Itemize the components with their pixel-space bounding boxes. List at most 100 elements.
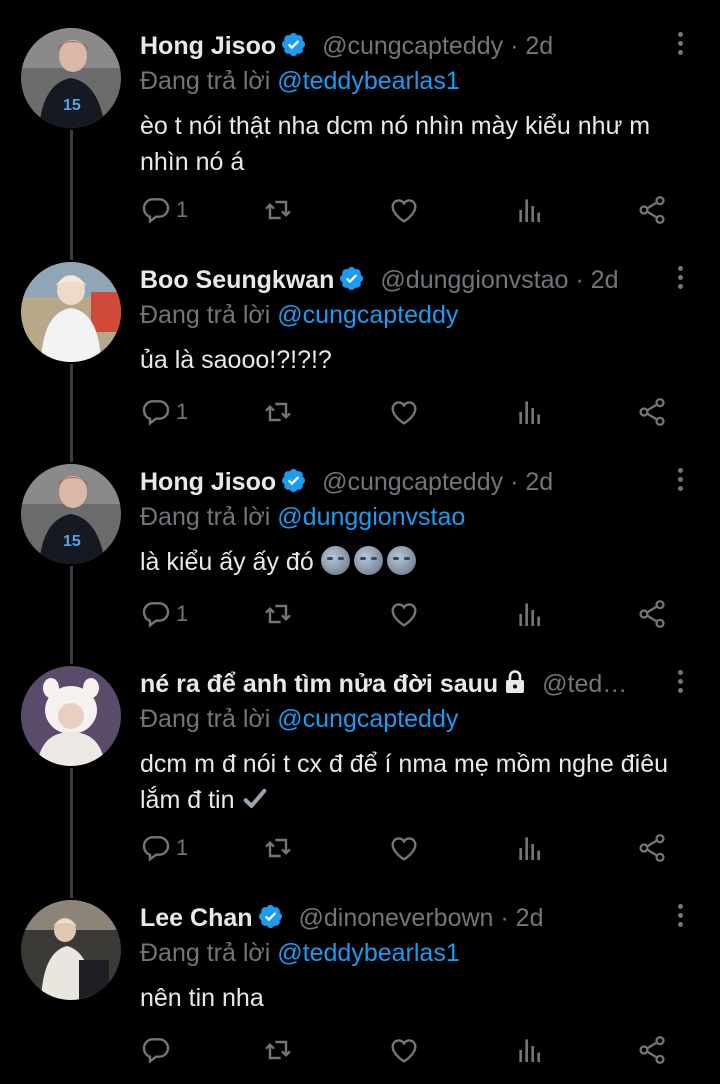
replying-to-handle[interactable]: @teddybearlas1 (277, 67, 459, 95)
tweet-header: Hong Jisoo @cungcapteddy · 2d (140, 464, 658, 500)
retweet-button[interactable] (262, 392, 294, 432)
avatar[interactable] (21, 666, 121, 766)
action-bar (140, 1030, 680, 1070)
tweet-text-block: dcm m đ nói t cx đ để í nma mẹ mồm nghe … (140, 746, 700, 818)
replying-to-handle[interactable]: @dunggionvstao (277, 503, 465, 531)
like-button[interactable] (388, 392, 420, 432)
verified-badge-icon (340, 266, 364, 291)
tweet[interactable]: né ra để anh tìm nửa đời sauu @ted… Đang… (0, 654, 720, 884)
avatar[interactable] (21, 262, 121, 362)
share-button[interactable] (636, 190, 668, 230)
display-name[interactable]: Hong Jisoo (140, 32, 276, 60)
reply-count: 1 (176, 399, 189, 424)
tweet[interactable]: 15 Hong Jisoo @cungcapteddy · 2d Đang tr… (0, 452, 720, 652)
avatar[interactable] (21, 900, 121, 1000)
share-icon (639, 1036, 665, 1064)
share-icon (639, 834, 665, 862)
new-moon-face-emoji (353, 546, 383, 575)
new-moon-face-emoji (386, 546, 416, 575)
heavy-check-mark-emoji (244, 788, 267, 808)
tweet[interactable]: Boo Seungkwan @dunggionvstao · 2d Đang t… (0, 250, 720, 450)
replying-prefix: Đang trả lời (140, 301, 271, 329)
more-vertical-icon[interactable] (670, 468, 690, 498)
reply-button[interactable]: 1 (140, 392, 188, 432)
analytics-icon (519, 401, 540, 424)
analytics-icon (519, 603, 540, 626)
replying-to: Đang trả lời @cungcapteddy (140, 298, 458, 332)
like-button[interactable] (388, 594, 420, 634)
views-button[interactable] (514, 190, 546, 230)
replying-to: Đang trả lời @cungcapteddy (140, 702, 458, 736)
timestamp[interactable]: 2d (516, 904, 544, 932)
verified-badge-icon (282, 32, 306, 57)
more-vertical-icon[interactable] (670, 266, 690, 296)
user-handle[interactable]: @dunggionvstao (380, 266, 568, 294)
heart-icon (391, 401, 417, 425)
reply-icon (142, 836, 170, 862)
action-bar: 1 (140, 594, 680, 634)
share-button[interactable] (636, 1030, 668, 1070)
display-name[interactable]: Lee Chan (140, 904, 253, 932)
display-name[interactable]: Boo Seungkwan (140, 266, 334, 294)
reply-icon (142, 198, 170, 224)
replying-to-handle[interactable]: @teddybearlas1 (277, 939, 459, 967)
tweet[interactable]: 15 Hong Jisoo @cungcapteddy · 2d Đang tr… (0, 16, 720, 236)
heart-icon (391, 1039, 417, 1063)
user-handle[interactable]: @ted… (542, 670, 627, 698)
action-bar: 1 (140, 392, 680, 432)
tweet[interactable]: Lee Chan @dinoneverbown · 2d Đang trả lờ… (0, 888, 720, 1084)
tweet-text: nên tin nha (140, 984, 264, 1012)
timestamp[interactable]: 2d (525, 468, 553, 496)
views-button[interactable] (514, 594, 546, 634)
timestamp[interactable]: 2d (525, 32, 553, 60)
retweet-button[interactable] (262, 1030, 294, 1070)
reply-button[interactable]: 1 (140, 828, 188, 868)
action-bar: 1 (140, 828, 680, 868)
like-button[interactable] (388, 828, 420, 868)
svg-text:15: 15 (63, 97, 81, 114)
share-button[interactable] (636, 392, 668, 432)
reply-count: 1 (176, 601, 189, 626)
display-name[interactable]: né ra để anh tìm nửa đời sauu (140, 670, 498, 698)
more-vertical-icon[interactable] (670, 32, 690, 62)
retweet-button[interactable] (262, 190, 294, 230)
share-icon (639, 600, 665, 628)
tweet-text: èo t nói thật nha dcm nó nhìn mày kiểu n… (140, 112, 651, 176)
reply-button[interactable]: 1 (140, 190, 188, 230)
more-vertical-icon[interactable] (670, 904, 690, 934)
display-name[interactable]: Hong Jisoo (140, 468, 276, 496)
views-button[interactable] (514, 1030, 546, 1070)
retweet-button[interactable] (262, 594, 294, 634)
retweet-button[interactable] (262, 828, 294, 868)
user-handle[interactable]: @cungcapteddy (322, 468, 503, 496)
timestamp[interactable]: 2d (591, 266, 619, 294)
avatar[interactable]: 15 (21, 464, 121, 564)
retweet-icon (265, 200, 291, 220)
separator-dot: · (510, 32, 519, 60)
avatar[interactable]: 15 (21, 28, 121, 128)
like-button[interactable] (388, 190, 420, 230)
reply-button[interactable] (140, 1030, 176, 1070)
like-button[interactable] (388, 1030, 420, 1070)
more-vertical-icon[interactable] (670, 670, 690, 700)
replying-to-handle[interactable]: @cungcapteddy (277, 301, 458, 329)
share-button[interactable] (636, 828, 668, 868)
heart-icon (391, 603, 417, 627)
lock-icon (506, 670, 525, 693)
verified-badge-icon (258, 904, 282, 929)
share-icon (639, 398, 665, 426)
replying-to-handle[interactable]: @cungcapteddy (277, 705, 458, 733)
share-icon (639, 196, 665, 224)
views-button[interactable] (514, 392, 546, 432)
verified-badge-icon (282, 468, 306, 493)
views-button[interactable] (514, 828, 546, 868)
share-button[interactable] (636, 594, 668, 634)
user-handle[interactable]: @dinoneverbown (298, 904, 493, 932)
tweet-header: Lee Chan @dinoneverbown · 2d (140, 900, 658, 936)
reply-icon (142, 602, 170, 628)
analytics-icon (519, 199, 540, 222)
reply-count: 1 (176, 835, 189, 860)
reply-button[interactable]: 1 (140, 594, 188, 634)
user-handle[interactable]: @cungcapteddy (322, 32, 503, 60)
retweet-icon (265, 402, 291, 422)
